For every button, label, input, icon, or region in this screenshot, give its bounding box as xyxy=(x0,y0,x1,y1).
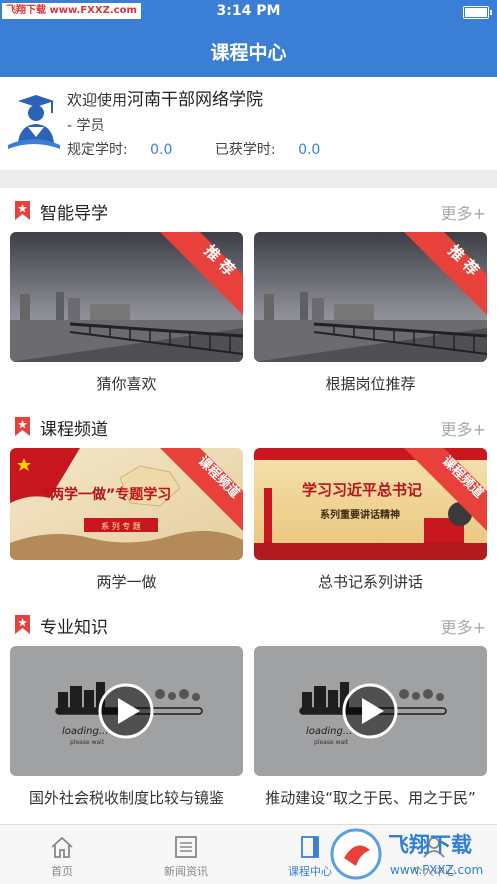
wait-text: please wait xyxy=(314,739,349,746)
site-watermark-logo: 飞翔下载 www.FXXZ.com xyxy=(330,828,483,880)
play-icon[interactable] xyxy=(98,683,154,739)
course-card[interactable]: loading... please wait 推动建设“取之于民、用之于民” xyxy=(254,646,487,808)
more-link[interactable]: 更多+ xyxy=(441,200,486,224)
section-header-channel: 课程频道 更多+ xyxy=(0,415,497,445)
banner-subtitle: 系 列 专 题 xyxy=(101,521,141,531)
section-title: 智能导学 xyxy=(40,204,108,224)
book-icon xyxy=(301,836,319,858)
course-card[interactable]: 学习习近平总书记 系列重要讲话精神 课程频道 总书记系列讲话 xyxy=(254,448,487,592)
section-title: 专业知识 xyxy=(40,618,108,638)
course-caption[interactable]: 根据岗位推荐 xyxy=(254,373,487,394)
wait-text: please wait xyxy=(70,739,105,746)
course-card[interactable]: loading... please wait 国外社会税收制度比较与镜鉴 xyxy=(10,646,243,808)
welcome-line: 欢迎使用河南干部网络学院 xyxy=(67,85,263,110)
earned-hours-label: 已获学时: xyxy=(214,142,276,158)
watermark-url: www.FXXZ.com xyxy=(390,863,483,877)
status-bar: 飞翔下载 www.FXXZ.com 3:14 PM xyxy=(0,0,497,24)
flag-banner-image: “两学一做”专题学习 系 列 专 题 课程频道 xyxy=(10,448,243,560)
user-role: - 学员 xyxy=(67,118,105,134)
status-time: 3:14 PM xyxy=(216,3,281,19)
profile-panel: 欢迎使用河南干部网络学院 - 学员 规定学时: 0.0 已获学时: 0.0 xyxy=(0,77,497,170)
section-header-guide: 智能导学 更多+ xyxy=(0,199,497,229)
course-thumbnail[interactable]: loading... please wait xyxy=(10,646,243,776)
watermark-text: 飞翔下载 xyxy=(388,833,472,857)
section-divider xyxy=(0,170,497,188)
nav-bar: 课程中心 xyxy=(0,24,497,77)
hours-line: 规定学时: 0.0 已获学时: 0.0 xyxy=(67,139,320,159)
section-title: 课程频道 xyxy=(40,420,108,440)
section-header-professional: 专业知识 更多+ xyxy=(0,613,497,643)
loading-placeholder-image: loading... please wait xyxy=(10,646,243,776)
banner-title: 学习习近平总书记 xyxy=(302,481,422,499)
course-caption[interactable]: 总书记系列讲话 xyxy=(254,571,487,592)
bookmark-icon xyxy=(15,201,30,220)
play-icon[interactable] xyxy=(342,683,398,739)
news-icon xyxy=(175,836,197,858)
tab-news[interactable]: 新闻资讯 xyxy=(124,825,248,884)
course-thumbnail[interactable]: 学习习近平总书记 系列重要讲话精神 课程频道 xyxy=(254,448,487,560)
course-thumbnail[interactable]: loading... please wait xyxy=(254,646,487,776)
more-link[interactable]: 更多+ xyxy=(441,614,486,638)
course-card[interactable]: “两学一做”专题学习 系 列 专 题 课程频道 两学一做 xyxy=(10,448,243,592)
speech-banner-image: 学习习近平总书记 系列重要讲话精神 课程频道 xyxy=(254,448,487,560)
graduate-avatar-icon xyxy=(8,95,60,149)
tab-label: 新闻资讯 xyxy=(164,865,208,878)
course-caption[interactable]: 推动建设“取之于民、用之于民” xyxy=(254,787,487,808)
loading-text: loading... xyxy=(62,726,108,737)
course-card[interactable]: 推 荐 猜你喜欢 xyxy=(10,232,243,394)
course-thumbnail[interactable]: “两学一做”专题学习 系 列 专 题 课程频道 xyxy=(10,448,243,560)
bridge-city-image: 推 荐 xyxy=(254,232,487,362)
required-hours-value: 0.0 xyxy=(150,142,173,158)
course-caption[interactable]: 两学一做 xyxy=(10,571,243,592)
loading-placeholder-image: loading... please wait xyxy=(254,646,487,776)
banner-title: “两学一做”专题学习 xyxy=(41,486,171,503)
course-caption[interactable]: 猜你喜欢 xyxy=(10,373,243,394)
tab-label: 首页 xyxy=(51,865,73,878)
required-hours-label: 规定学时: xyxy=(67,142,128,158)
bookmark-icon xyxy=(15,417,30,436)
course-card[interactable]: 推 荐 根据岗位推荐 xyxy=(254,232,487,394)
tab-home[interactable]: 首页 xyxy=(0,825,124,884)
earned-hours-value: 0.0 xyxy=(298,142,321,158)
banner-subtitle: 系列重要讲话精神 xyxy=(320,508,400,521)
welcome-prefix: 欢迎使用 xyxy=(67,91,128,109)
course-caption[interactable]: 国外社会税收制度比较与镜鉴 xyxy=(10,787,243,808)
page-title: 课程中心 xyxy=(210,42,287,64)
bridge-city-image: 推 荐 xyxy=(10,232,243,362)
course-thumbnail[interactable]: 推 荐 xyxy=(254,232,487,362)
battery-icon xyxy=(463,6,492,19)
more-link[interactable]: 更多+ xyxy=(441,416,486,440)
course-thumbnail[interactable]: 推 荐 xyxy=(10,232,243,362)
org-name: 河南干部网络学院 xyxy=(127,90,264,110)
home-icon xyxy=(51,836,73,858)
bookmark-icon xyxy=(15,615,30,634)
loading-text: loading... xyxy=(306,726,352,737)
